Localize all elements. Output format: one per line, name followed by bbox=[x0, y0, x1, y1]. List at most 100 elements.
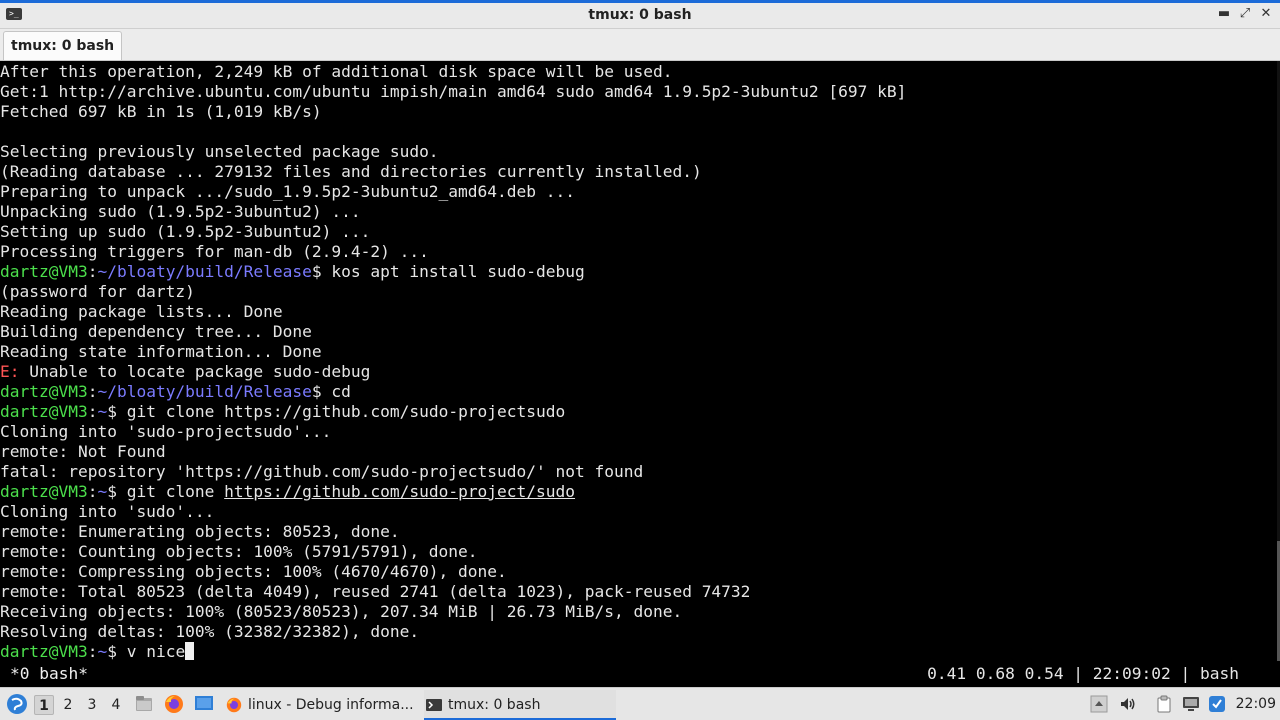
display-icon[interactable] bbox=[1182, 695, 1200, 713]
terminal-line: dartz@VM3:~$ v nice bbox=[0, 642, 195, 661]
terminal-text: $ git clone https://github.com/sudo-proj… bbox=[107, 402, 566, 421]
prompt-path: ~ bbox=[97, 402, 108, 421]
workspace-1-button[interactable]: 1 bbox=[34, 695, 54, 715]
workspace-4-label: 4 bbox=[111, 697, 121, 713]
clipboard-icon[interactable] bbox=[1155, 695, 1173, 713]
terminal-text: $ kos apt install sudo-debug bbox=[311, 262, 585, 281]
terminal-text: Cloning into 'sudo'... bbox=[0, 502, 215, 521]
workspace-2-label: 2 bbox=[63, 697, 73, 713]
terminal-text: remote: Counting objects: 100% (5791/579… bbox=[0, 542, 478, 561]
task-firefox-label: linux - Debug informa... bbox=[248, 697, 414, 713]
workspace-1-label: 1 bbox=[39, 698, 49, 714]
terminal-text: Cloning into 'sudo-projectsudo'... bbox=[0, 422, 332, 441]
terminal-text: : bbox=[87, 382, 98, 401]
terminal-line: (Reading database ... 279132 files and d… bbox=[0, 162, 702, 182]
task-tmux-button[interactable]: tmux: 0 bash bbox=[424, 690, 616, 720]
close-icon[interactable]: ✕ bbox=[1258, 6, 1274, 22]
terminal-line: Cloning into 'sudo'... bbox=[0, 502, 214, 522]
volume-icon[interactable] bbox=[1119, 695, 1137, 713]
terminal-text: : bbox=[87, 482, 98, 501]
terminal-line: dartz@VM3:~/bloaty/build/Release$ kos ap… bbox=[0, 262, 585, 282]
firefox-icon bbox=[226, 697, 242, 713]
terminal-text: remote: Compressing objects: 100% (4670/… bbox=[0, 562, 507, 581]
terminal-line: After this operation, 2,249 kB of additi… bbox=[0, 62, 672, 82]
terminal-text: fatal: repository 'https://github.com/su… bbox=[0, 462, 644, 481]
terminal-icon bbox=[426, 699, 442, 711]
tmux-status-bar: *0 bash* 0.41 0.68 0.54 | 22:09:02 | bas… bbox=[0, 661, 1280, 687]
terminal-text: : bbox=[87, 402, 98, 421]
network-icon[interactable] bbox=[1208, 695, 1226, 713]
workspace-3-button[interactable]: 3 bbox=[82, 695, 102, 715]
firefox-icon[interactable] bbox=[164, 694, 184, 714]
task-tmux-label: tmux: 0 bash bbox=[448, 697, 541, 713]
prompt-path: ~ bbox=[97, 482, 108, 501]
terminal-line: dartz@VM3:~$ git clone https://github.co… bbox=[0, 402, 565, 422]
prompt-user: dartz@VM3 bbox=[0, 382, 88, 401]
terminal-text: (Reading database ... 279132 files and d… bbox=[0, 162, 702, 181]
tab-bar: tmux: 0 bash bbox=[0, 29, 1280, 61]
prompt-path: ~/bloaty/build/Release bbox=[97, 262, 312, 281]
terminal-line: (password for dartz) bbox=[0, 282, 195, 302]
terminal-line: Receiving objects: 100% (80523/80523), 2… bbox=[0, 602, 682, 622]
terminal-line: remote: Not Found bbox=[0, 442, 166, 462]
window-title-bar[interactable]: >_ tmux: 0 bash ▬ ⤢ ✕ bbox=[0, 0, 1280, 29]
tmux-status-right: 0.41 0.68 0.54 | 22:09:02 | bash bbox=[927, 664, 1239, 683]
desktop-icon[interactable] bbox=[194, 694, 214, 714]
terminal-line: Reading package lists... Done bbox=[0, 302, 283, 322]
terminal-line: Processing triggers for man-db (2.9.4-2)… bbox=[0, 242, 429, 262]
workspace-4-button[interactable]: 4 bbox=[106, 695, 126, 715]
prompt-user: dartz@VM3 bbox=[0, 482, 88, 501]
prompt-user: dartz@VM3 bbox=[0, 262, 88, 281]
terminal-line: Resolving deltas: 100% (32382/32382), do… bbox=[0, 622, 419, 642]
error-prefix: E: bbox=[0, 362, 20, 381]
maximize-icon[interactable]: ⤢ bbox=[1237, 6, 1253, 22]
terminal-text: Get:1 http://archive.ubuntu.com/ubuntu i… bbox=[0, 82, 907, 101]
terminal-text: remote: Enumerating objects: 80523, done… bbox=[0, 522, 400, 541]
terminal-line: E: Unable to locate package sudo-debug bbox=[0, 362, 370, 382]
clock[interactable]: 22:09 bbox=[1236, 688, 1276, 720]
terminal-text: Building dependency tree... Done bbox=[0, 322, 312, 341]
terminal-text: Processing triggers for man-db (2.9.4-2)… bbox=[0, 242, 429, 261]
terminal-text: (password for dartz) bbox=[0, 282, 195, 301]
terminal-line: Selecting previously unselected package … bbox=[0, 142, 439, 162]
terminal-line: Cloning into 'sudo-projectsudo'... bbox=[0, 422, 331, 442]
terminal-text: Unable to locate package sudo-debug bbox=[19, 362, 371, 381]
arrow-up-icon[interactable] bbox=[1090, 695, 1108, 713]
file-manager-icon[interactable] bbox=[134, 694, 154, 714]
terminal-text: Fetched 697 kB in 1s (1,019 kB/s) bbox=[0, 102, 322, 121]
terminal-line: remote: Counting objects: 100% (5791/579… bbox=[0, 542, 478, 562]
terminal-text: Preparing to unpack .../sudo_1.9.5p2-3ub… bbox=[0, 182, 575, 201]
tmux-window-list[interactable]: *0 bash* bbox=[10, 664, 88, 684]
terminal-text: $ v nice bbox=[107, 642, 186, 661]
terminal-line: Reading state information... Done bbox=[0, 342, 322, 362]
terminal-text: Reading state information... Done bbox=[0, 342, 322, 361]
terminal-line: Preparing to unpack .../sudo_1.9.5p2-3ub… bbox=[0, 182, 575, 202]
start-menu-icon[interactable] bbox=[6, 693, 28, 715]
terminal-text: : bbox=[87, 262, 98, 281]
prompt-path: ~ bbox=[97, 642, 108, 661]
terminal-line: Building dependency tree... Done bbox=[0, 322, 312, 342]
terminal-text: remote: Not Found bbox=[0, 442, 166, 461]
terminal-line: remote: Compressing objects: 100% (4670/… bbox=[0, 562, 507, 582]
prompt-user: dartz@VM3 bbox=[0, 642, 88, 661]
workspace-2-button[interactable]: 2 bbox=[58, 695, 78, 715]
terminal-text: : bbox=[87, 642, 98, 661]
taskbar: 1 2 3 4 linux - Debug informa... tmux: 0… bbox=[0, 687, 1280, 720]
terminal-line: fatal: repository 'https://github.com/su… bbox=[0, 462, 643, 482]
terminal-output[interactable]: After this operation, 2,249 kB of additi… bbox=[0, 61, 1280, 661]
terminal-text: Reading package lists... Done bbox=[0, 302, 283, 321]
task-firefox-button[interactable]: linux - Debug informa... bbox=[224, 690, 414, 720]
terminal-text: After this operation, 2,249 kB of additi… bbox=[0, 62, 673, 81]
minimize-icon[interactable]: ▬ bbox=[1216, 6, 1232, 22]
terminal-link[interactable]: https://github.com/sudo-project/sudo bbox=[224, 482, 575, 501]
terminal-text: Receiving objects: 100% (80523/80523), 2… bbox=[0, 602, 683, 621]
terminal-line: remote: Total 80523 (delta 4049), reused… bbox=[0, 582, 750, 602]
workspace-3-label: 3 bbox=[87, 697, 97, 713]
tab-tmux-bash[interactable]: tmux: 0 bash bbox=[3, 31, 123, 60]
prompt-user: dartz@VM3 bbox=[0, 402, 88, 421]
terminal-text: Unpacking sudo (1.9.5p2-3ubuntu2) ... bbox=[0, 202, 361, 221]
window-title: tmux: 0 bash bbox=[588, 7, 692, 23]
terminal-line: remote: Enumerating objects: 80523, done… bbox=[0, 522, 400, 542]
terminal-text: Selecting previously unselected package … bbox=[0, 142, 439, 161]
terminal-line: Get:1 http://archive.ubuntu.com/ubuntu i… bbox=[0, 82, 906, 102]
